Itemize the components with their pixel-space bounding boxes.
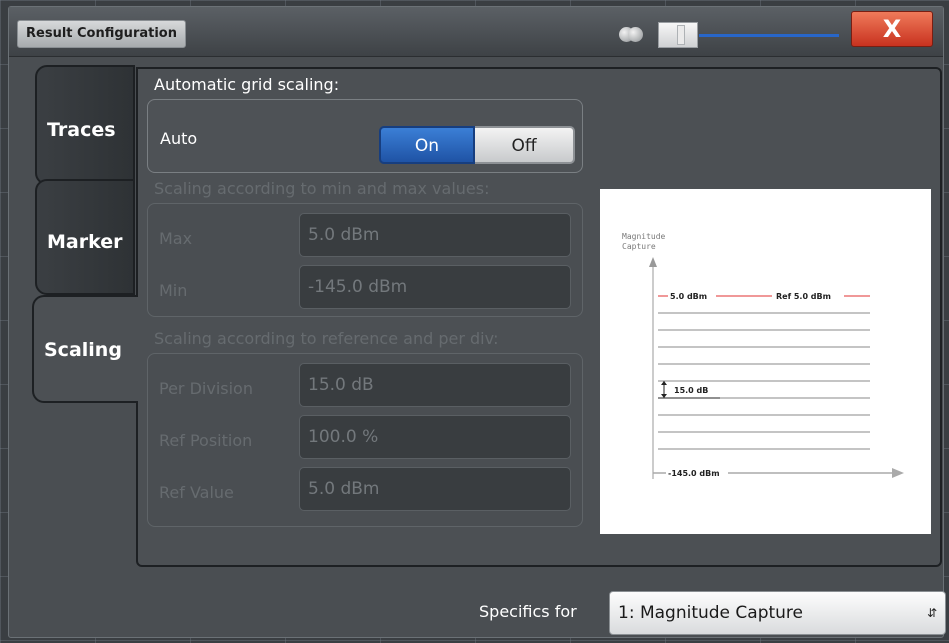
min-field[interactable]: -145.0 dBm	[299, 265, 571, 309]
specifics-dropdown[interactable]: 1: Magnitude Capture ⇵	[609, 591, 946, 635]
close-button[interactable]: X	[851, 11, 933, 47]
per-division-field[interactable]: 15.0 dB	[299, 363, 571, 407]
tab-scaling-label: Scaling	[44, 339, 122, 361]
ref-value-field[interactable]: 5.0 dBm	[299, 467, 571, 511]
specifics-label: Specifics for	[479, 602, 577, 621]
diagram-x-axis-arrow	[892, 468, 904, 478]
diagram-ref-label: Ref 5.0 dBm	[776, 292, 831, 301]
tab-marker-label: Marker	[47, 231, 123, 253]
diagram-div-label: 15.0 dB	[674, 386, 708, 395]
diagram-axis-label-1: Magnitude	[622, 232, 666, 241]
minmax-heading: Scaling according to min and max values:	[154, 179, 490, 198]
scaling-diagram: Magnitude Capture 5.0 dBm Ref 5.0 dBm 15…	[600, 189, 931, 534]
diagram-top-value: 5.0 dBm	[670, 292, 707, 301]
diagram-axis-label-2: Capture	[622, 242, 656, 251]
scaling-diagram-svg: Magnitude Capture 5.0 dBm Ref 5.0 dBm 15…	[622, 232, 904, 480]
tab-marker[interactable]: Marker	[35, 179, 135, 295]
min-label: Min	[159, 281, 188, 300]
chevron-updown-icon: ⇵	[926, 606, 937, 620]
ref-value-label: Ref Value	[159, 483, 234, 502]
max-field[interactable]: 5.0 dBm	[299, 213, 571, 257]
refdiv-heading: Scaling according to reference and per d…	[154, 329, 499, 348]
transparency-slider-bar[interactable]	[699, 34, 839, 37]
title-bar: Result Configuration X	[9, 7, 943, 57]
ref-position-field[interactable]: 100.0 %	[299, 415, 571, 459]
transparency-slider-handle[interactable]	[677, 25, 685, 45]
tab-scaling[interactable]: Scaling	[32, 295, 138, 403]
max-label: Max	[159, 229, 193, 248]
auto-on-button[interactable]: On	[379, 126, 475, 164]
per-division-label: Per Division	[159, 379, 253, 398]
specifics-value: 1: Magnitude Capture	[618, 603, 804, 623]
tab-traces[interactable]: Traces	[35, 65, 135, 185]
view-toggle-icon[interactable]	[619, 27, 645, 45]
ref-position-label: Ref Position	[159, 431, 253, 450]
tab-traces-label: Traces	[47, 119, 116, 141]
auto-scaling-heading: Automatic grid scaling:	[154, 75, 340, 94]
diagram-gridlines	[658, 312, 870, 450]
result-configuration-dialog: Result Configuration X Traces Marker Sca…	[8, 6, 946, 638]
auto-label: Auto	[160, 129, 198, 148]
dialog-title: Result Configuration	[17, 20, 186, 48]
diagram-y-axis-arrow	[649, 257, 657, 267]
diagram-bottom-value: -145.0 dBm	[668, 469, 720, 478]
auto-off-button[interactable]: Off	[475, 126, 575, 164]
